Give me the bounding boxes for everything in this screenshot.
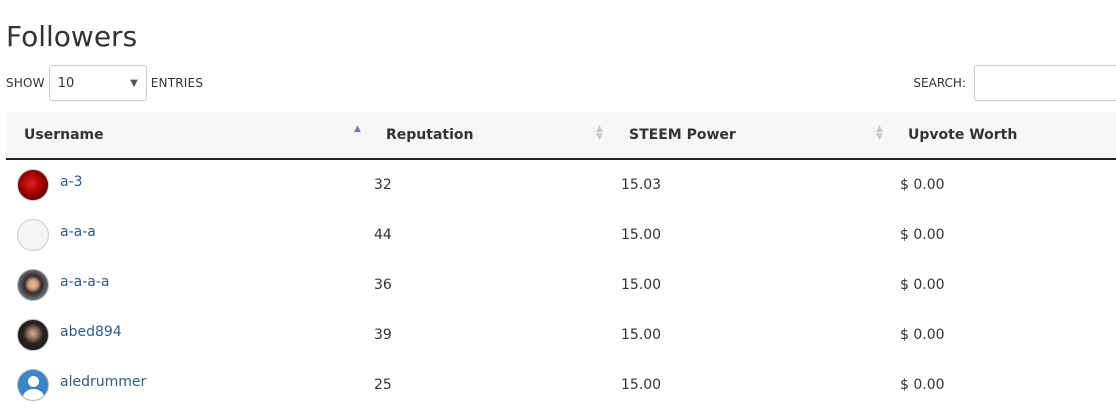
column-header-label: Username — [24, 127, 104, 143]
username-link[interactable]: a-3 — [60, 174, 83, 190]
show-label: SHOW — [6, 76, 45, 90]
steem-power-value: 15.00 — [621, 227, 662, 243]
table-header-row: Username ▲ Reputation ▲ ▼ STEEM Power ▲ ▼ … — [6, 112, 1116, 160]
avatar[interactable] — [17, 269, 49, 301]
upvote-worth-value: $ 0.00 — [900, 227, 945, 243]
column-header-reputation[interactable]: Reputation ▲ ▼ — [368, 112, 610, 160]
table-row: a-3 32 15.03 $ 0.00 — [6, 159, 1116, 210]
steem-power-value: 15.00 — [621, 377, 662, 393]
avatar[interactable] — [17, 169, 49, 201]
reputation-value: 32 — [374, 177, 392, 193]
column-header-label: Upvote Worth — [908, 127, 1018, 143]
avatar[interactable] — [17, 219, 49, 251]
username-link[interactable]: abed894 — [60, 324, 122, 340]
table-row: a-a-a 44 15.00 $ 0.00 — [6, 210, 1116, 260]
search-input[interactable] — [974, 65, 1116, 101]
search-label: SEARCH: — [913, 76, 966, 90]
steem-power-value: 15.00 — [621, 277, 662, 293]
page-title: Followers — [6, 20, 138, 53]
username-link[interactable]: a-a-a — [60, 224, 96, 240]
upvote-worth-value: $ 0.00 — [900, 277, 945, 293]
upvote-worth-value: $ 0.00 — [900, 327, 945, 343]
followers-table: Username ▲ Reputation ▲ ▼ STEEM Power ▲ ▼ … — [6, 112, 1116, 410]
reputation-value: 25 — [374, 377, 392, 393]
table-row: a-a-a-a 36 15.00 $ 0.00 — [6, 260, 1116, 310]
table-row: abed894 39 15.00 $ 0.00 — [6, 310, 1116, 360]
steem-power-value: 15.03 — [621, 177, 662, 193]
column-header-label: STEEM Power — [629, 127, 736, 143]
length-control: SHOW 10 ▼ ENTRIES — [6, 64, 203, 102]
column-header-label: Reputation — [386, 127, 474, 143]
entries-label: ENTRIES — [150, 76, 204, 90]
upvote-worth-value: $ 0.00 — [900, 177, 945, 193]
upvote-worth-value: $ 0.00 — [900, 377, 945, 393]
entries-select[interactable]: 10 ▼ — [48, 65, 147, 101]
avatar[interactable] — [17, 319, 49, 351]
chevron-down-icon: ▼ — [130, 77, 138, 89]
sort-icon: ▲ ▼ — [876, 124, 883, 142]
username-link[interactable]: aledrummer — [60, 374, 146, 390]
column-header-upvote-worth[interactable]: Upvote Worth — [890, 112, 1116, 160]
table-row: aledrummer 25 15.00 $ 0.00 — [6, 360, 1116, 410]
entries-select-value: 10 — [57, 75, 75, 91]
column-header-username[interactable]: Username ▲ — [6, 112, 368, 160]
steem-power-value: 15.00 — [621, 327, 662, 343]
search-control: SEARCH: — [913, 64, 1116, 102]
reputation-value: 39 — [374, 327, 392, 343]
reputation-value: 44 — [374, 227, 392, 243]
avatar[interactable] — [17, 369, 49, 401]
reputation-value: 36 — [374, 277, 392, 293]
username-link[interactable]: a-a-a-a — [60, 274, 109, 290]
column-header-steem-power[interactable]: STEEM Power ▲ ▼ — [610, 112, 890, 160]
sort-icon: ▲ ▼ — [596, 124, 603, 142]
sort-ascending-icon: ▲ — [354, 124, 361, 134]
user-icon — [28, 376, 39, 387]
